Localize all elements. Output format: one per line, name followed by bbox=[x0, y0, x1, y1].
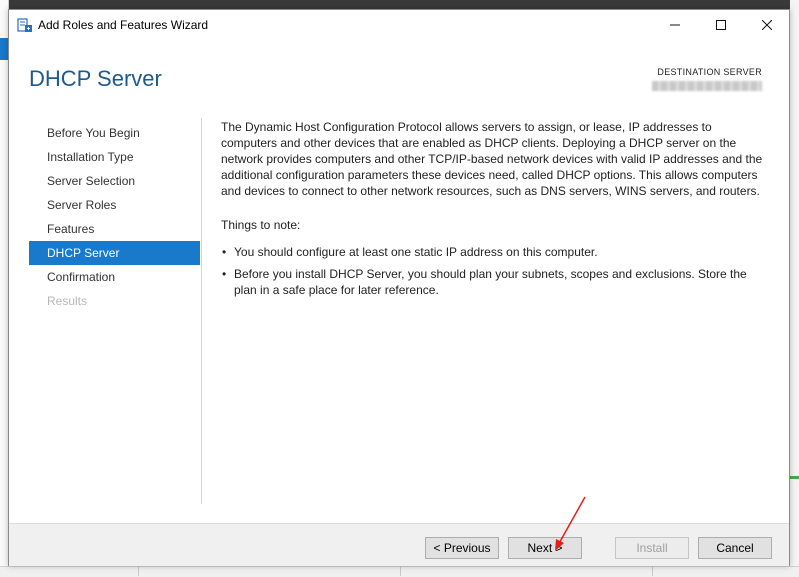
step-server-selection[interactable]: Server Selection bbox=[29, 169, 200, 193]
step-results: Results bbox=[47, 294, 88, 308]
page-title: DHCP Server bbox=[29, 66, 162, 91]
steps-divider bbox=[201, 118, 202, 504]
close-button[interactable] bbox=[744, 10, 790, 40]
step-dhcp-server[interactable]: DHCP Server bbox=[29, 241, 200, 265]
background-divider bbox=[400, 566, 401, 576]
close-icon bbox=[762, 20, 772, 30]
minimize-button[interactable] bbox=[652, 10, 698, 40]
destination-server-name-redacted bbox=[652, 81, 762, 91]
intro-paragraph: The Dynamic Host Configuration Protocol … bbox=[221, 120, 763, 198]
maximize-button[interactable] bbox=[698, 10, 744, 40]
list-item: • You should configure at least one stati… bbox=[221, 244, 766, 260]
content-pane: The Dynamic Host Configuration Protocol … bbox=[221, 119, 766, 304]
button-bar: < Previous Next > Install Cancel bbox=[9, 523, 789, 566]
server-manager-icon bbox=[17, 18, 32, 32]
background-divider bbox=[138, 566, 139, 576]
note-text: You should configure at least one static… bbox=[234, 245, 598, 259]
bullet-icon: • bbox=[222, 267, 227, 281]
wizard-steps: Before You Begin Installation Type Serve… bbox=[29, 121, 200, 313]
notes-list: • You should configure at least one stati… bbox=[221, 244, 766, 298]
previous-button[interactable]: < Previous bbox=[425, 537, 499, 559]
background-right-pane bbox=[790, 0, 799, 576]
step-before-you-begin[interactable]: Before You Begin bbox=[29, 121, 200, 145]
destination-server-label: DESTINATION SERVER bbox=[657, 67, 762, 77]
wizard-window: Add Roles and Features Wizard DHCP Serve… bbox=[8, 9, 790, 566]
window-title: Add Roles and Features Wizard bbox=[38, 18, 209, 32]
title-bar[interactable]: Add Roles and Features Wizard bbox=[9, 10, 789, 40]
bullet-icon: • bbox=[222, 245, 227, 259]
step-installation-type[interactable]: Installation Type bbox=[29, 145, 200, 169]
background-status-bar bbox=[790, 476, 799, 479]
cancel-button[interactable]: Cancel bbox=[698, 537, 772, 559]
minimize-icon bbox=[670, 24, 680, 26]
background-titlebar bbox=[0, 0, 799, 9]
step-features[interactable]: Features bbox=[29, 217, 200, 241]
step-confirmation[interactable]: Confirmation bbox=[29, 265, 200, 289]
note-text: Before you install DHCP Server, you shou… bbox=[234, 267, 747, 297]
notes-heading: Things to note: bbox=[221, 218, 301, 232]
maximize-icon bbox=[716, 20, 726, 30]
install-button: Install bbox=[615, 537, 689, 559]
step-server-roles[interactable]: Server Roles bbox=[29, 193, 200, 217]
list-item: • Before you install DHCP Server, you sho… bbox=[221, 266, 766, 298]
background-divider bbox=[652, 566, 653, 576]
background-nav-selected bbox=[0, 38, 8, 60]
next-button[interactable]: Next > bbox=[508, 537, 582, 559]
